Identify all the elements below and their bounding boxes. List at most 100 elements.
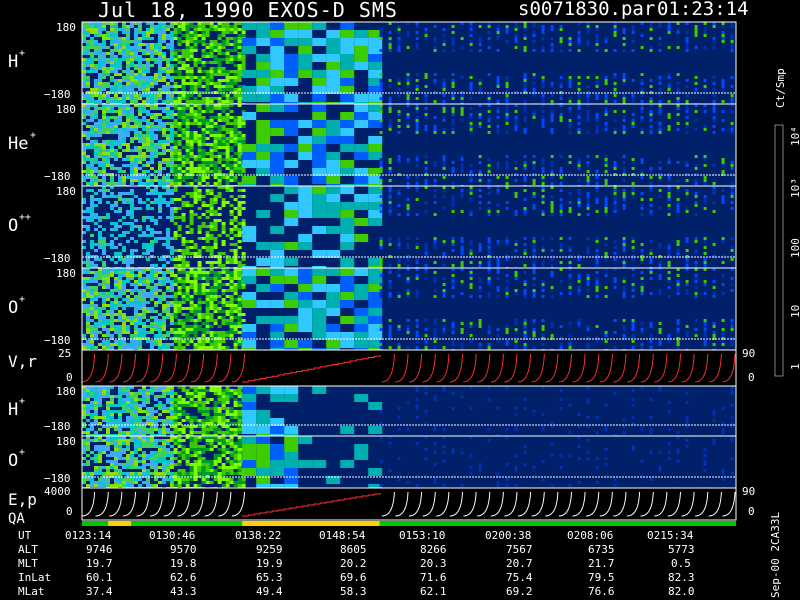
- spectro-cell: [694, 82, 698, 85]
- spectro-cell: [496, 76, 500, 79]
- spectro-cell: [126, 58, 130, 61]
- spectro-cell: [114, 295, 118, 298]
- spectro-cell: [460, 331, 464, 334]
- spectro-cell: [631, 189, 635, 192]
- spectro-cell: [613, 85, 617, 88]
- spectro-cell: [550, 182, 554, 185]
- spectro-cell: [523, 107, 527, 110]
- spectro-cell: [622, 119, 626, 122]
- spectro-cell: [298, 22, 313, 30]
- spectro-cell: [469, 325, 473, 328]
- spectro-cell: [90, 70, 94, 73]
- spectro-cell: [201, 277, 206, 280]
- spectro-cell: [559, 116, 563, 119]
- spectro-cell: [126, 176, 130, 179]
- spectro-cell: [442, 79, 446, 82]
- spectro-cell: [142, 140, 146, 143]
- spectro-cell: [185, 107, 190, 110]
- spectro-cell: [237, 76, 242, 79]
- spectro-cell: [209, 146, 214, 149]
- spectro-cell: [577, 97, 581, 100]
- spectro-cell: [340, 38, 355, 46]
- spectro-cell: [162, 277, 166, 280]
- spectro-cell: [631, 158, 635, 161]
- spectro-cell: [213, 137, 218, 140]
- spectro-cell: [676, 240, 680, 243]
- spectro-cell: [221, 43, 226, 46]
- spectro-cell: [613, 34, 617, 37]
- spectro-cell: [146, 225, 150, 228]
- spectro-cell: [640, 243, 644, 246]
- spectro-cell: [150, 155, 154, 158]
- spectro-cell: [138, 319, 142, 322]
- spectro-cell: [460, 292, 464, 295]
- spectro-cell: [158, 204, 162, 207]
- spectro-cell: [613, 88, 617, 91]
- spectro-cell: [205, 79, 210, 82]
- spectro-cell: [166, 346, 170, 349]
- spectro-cell: [640, 107, 644, 110]
- spectro-cell: [237, 28, 242, 31]
- spectro-cell: [197, 34, 202, 37]
- spectro-cell: [649, 176, 653, 179]
- spectro-cell: [126, 49, 130, 52]
- spectro-cell: [340, 210, 355, 218]
- spectro-cell: [586, 131, 590, 134]
- spectro-cell: [114, 325, 118, 328]
- spectro-cell: [712, 192, 716, 195]
- spectro-cell: [487, 167, 491, 170]
- spectro-cell: [126, 122, 130, 125]
- spectro-cell: [233, 70, 238, 73]
- spectro-cell: [138, 228, 142, 231]
- spectro-cell: [150, 52, 154, 55]
- spectro-cell: [162, 40, 166, 43]
- spectro-cell: [82, 52, 86, 55]
- spectro-cell: [205, 97, 210, 100]
- spectro-cell: [237, 97, 242, 100]
- spectro-cell: [225, 322, 230, 325]
- spectro-cell: [469, 97, 473, 100]
- spectro-cell: [514, 110, 518, 113]
- spectro-cell: [146, 49, 150, 52]
- spectro-cell: [326, 54, 341, 62]
- spectro-cell: [106, 85, 110, 88]
- spectro-cell: [114, 25, 118, 28]
- spectro-cell: [170, 122, 174, 125]
- spectro-cell: [110, 228, 114, 231]
- spectro-cell: [209, 149, 214, 152]
- spectro-cell: [90, 31, 94, 34]
- spectro-cell: [142, 37, 146, 40]
- spectro-cell: [205, 322, 210, 325]
- spectro-cell: [86, 25, 90, 28]
- spectro-cell: [326, 160, 341, 168]
- spectro-cell: [154, 100, 158, 103]
- spectro-cell: [703, 198, 707, 201]
- spectro-cell: [90, 176, 94, 179]
- spectro-cell: [181, 164, 186, 167]
- spectro-cell: [82, 61, 86, 64]
- spectro-cell: [193, 113, 198, 116]
- spectro-cell: [130, 225, 134, 228]
- spectro-cell: [158, 34, 162, 37]
- spectro-cell: [478, 122, 482, 125]
- spectro-cell: [213, 222, 218, 225]
- spectro-cell: [173, 76, 178, 79]
- spectro-cell: [237, 261, 242, 264]
- spectro-cell: [177, 322, 182, 325]
- spectro-cell: [388, 207, 392, 210]
- spectro-cell: [138, 134, 142, 137]
- spectro-cell: [478, 319, 482, 322]
- spectro-cell: [114, 110, 118, 113]
- spectro-cell: [173, 125, 178, 128]
- spectro-cell: [604, 204, 608, 207]
- spectro-cell: [694, 195, 698, 198]
- spectro-cell: [213, 331, 218, 334]
- spectro-cell: [388, 331, 392, 334]
- spectro-cell: [181, 94, 186, 97]
- spectro-cell: [138, 161, 142, 164]
- spectro-cell: [138, 43, 142, 46]
- spectro-cell: [98, 283, 102, 286]
- spectro-cell: [110, 207, 114, 210]
- spectro-cell: [90, 167, 94, 170]
- spectro-cell: [86, 343, 90, 346]
